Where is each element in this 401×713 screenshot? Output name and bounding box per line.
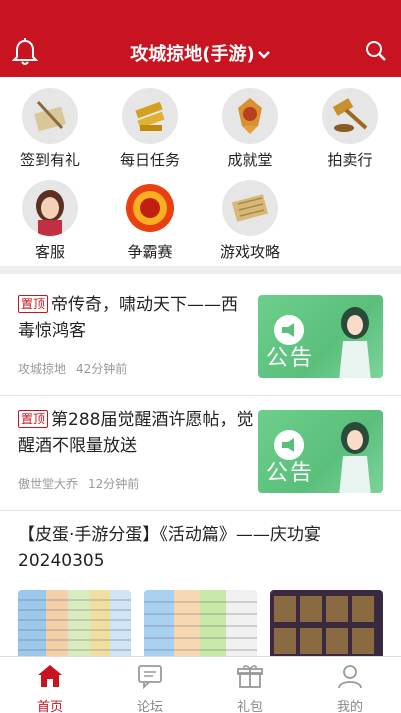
tab-label: 论坛 xyxy=(136,700,163,713)
section-divider xyxy=(0,266,401,274)
shortcut-daily-tasks[interactable]: 每日任务 xyxy=(100,84,200,174)
shortcut-label: 游戏攻略 xyxy=(219,243,280,261)
post-thumbnail: 公告 xyxy=(258,410,383,493)
shortcut-label: 签到有礼 xyxy=(19,151,80,169)
list-separator xyxy=(0,395,401,396)
search-icon[interactable] xyxy=(365,40,387,62)
chevron-down-icon xyxy=(257,51,270,59)
shortcut-label: 争霸赛 xyxy=(127,243,173,261)
tab-profile[interactable]: 我的 xyxy=(300,657,400,713)
medal-icon xyxy=(222,88,278,144)
gold-bars-icon xyxy=(122,88,178,144)
gavel-icon xyxy=(322,88,378,144)
chat-bubble-icon xyxy=(138,665,162,690)
avatar-girl-icon xyxy=(22,180,78,236)
tab-label: 首页 xyxy=(36,700,63,713)
shortcut-label: 客服 xyxy=(34,243,65,261)
post-author: 傲世堂大乔 xyxy=(18,477,79,491)
post-image[interactable] xyxy=(270,590,383,660)
shortcut-sign-in[interactable]: 签到有礼 xyxy=(0,84,100,174)
tab-gifts[interactable]: 礼包 xyxy=(200,657,300,713)
post-time: 42分钟前 xyxy=(76,362,128,376)
shortcut-achievements[interactable]: 成就堂 xyxy=(200,84,300,174)
post-meta: 攻城掠地 42分钟前 xyxy=(18,360,137,377)
notice-label: 公告 xyxy=(266,461,315,486)
home-icon xyxy=(38,665,62,687)
post-title: 【皮蛋·手游分蛋】《活动篇》——庆功宴20240305 xyxy=(18,525,321,571)
list-separator xyxy=(0,510,401,511)
post-author: 攻城掠地 xyxy=(18,362,67,376)
list-item[interactable]: 置顶 帝传奇，啸动天下——西毒惊鸿客 攻城掠地 42分钟前 公告 xyxy=(0,290,401,390)
page-title: 攻城掠地(手游) xyxy=(130,44,255,65)
bottom-tab-bar: 首页 论坛 礼包 我的 xyxy=(0,656,401,713)
post-meta: 傲世堂大乔 12分钟前 xyxy=(18,475,149,492)
tab-label: 礼包 xyxy=(236,700,263,713)
shortcut-label: 成就堂 xyxy=(227,151,273,169)
notice-label: 公告 xyxy=(266,346,315,371)
tab-forum[interactable]: 论坛 xyxy=(100,657,200,713)
post-image-strip xyxy=(18,590,383,660)
shortcut-customer-service[interactable]: 客服 xyxy=(0,176,100,266)
shortcut-game-guide[interactable]: 游戏攻略 xyxy=(200,176,300,266)
post-time: 12分钟前 xyxy=(88,477,140,491)
post-title: 置顶 第288届觉醒酒许愿帖，觉醒酒不限量放送 xyxy=(18,410,254,456)
post-title: 置顶 帝传奇，啸动天下——西毒惊鸿客 xyxy=(18,295,239,341)
pinned-badge: 置顶 xyxy=(18,295,49,313)
user-icon xyxy=(338,665,362,689)
sign-in-icon xyxy=(22,88,78,144)
fire-emblem-icon xyxy=(122,180,178,236)
character-illustration xyxy=(339,422,371,493)
scroll-icon xyxy=(222,180,278,236)
shortcut-tournament[interactable]: 争霸赛 xyxy=(100,176,200,266)
character-illustration xyxy=(339,307,371,378)
shortcut-auction[interactable]: 拍卖行 xyxy=(300,84,400,174)
shortcut-label: 拍卖行 xyxy=(327,151,373,169)
shortcut-label: 每日任务 xyxy=(119,151,180,169)
shortcut-grid: 签到有礼 每日任务 成就堂 拍卖行 客服 争霸赛 游戏攻略 xyxy=(0,84,401,264)
list-item[interactable]: 置顶 第288届觉醒酒许愿帖，觉醒酒不限量放送 傲世堂大乔 12分钟前 公告 xyxy=(0,405,401,505)
top-bar: 攻城掠地(手游) xyxy=(0,0,401,77)
tab-home[interactable]: 首页 xyxy=(0,657,100,713)
post-image[interactable] xyxy=(18,590,131,660)
post-image[interactable] xyxy=(144,590,257,660)
pinned-badge: 置顶 xyxy=(18,410,49,428)
post-thumbnail: 公告 xyxy=(258,295,383,378)
gift-icon xyxy=(237,665,263,688)
app: 攻城掠地(手游) 签到有礼 每日任务 成就堂 拍卖行 客服 争霸赛 游戏攻略 置… xyxy=(0,0,401,713)
game-selector[interactable]: 攻城掠地(手游) xyxy=(0,40,401,66)
tab-label: 我的 xyxy=(336,700,363,713)
